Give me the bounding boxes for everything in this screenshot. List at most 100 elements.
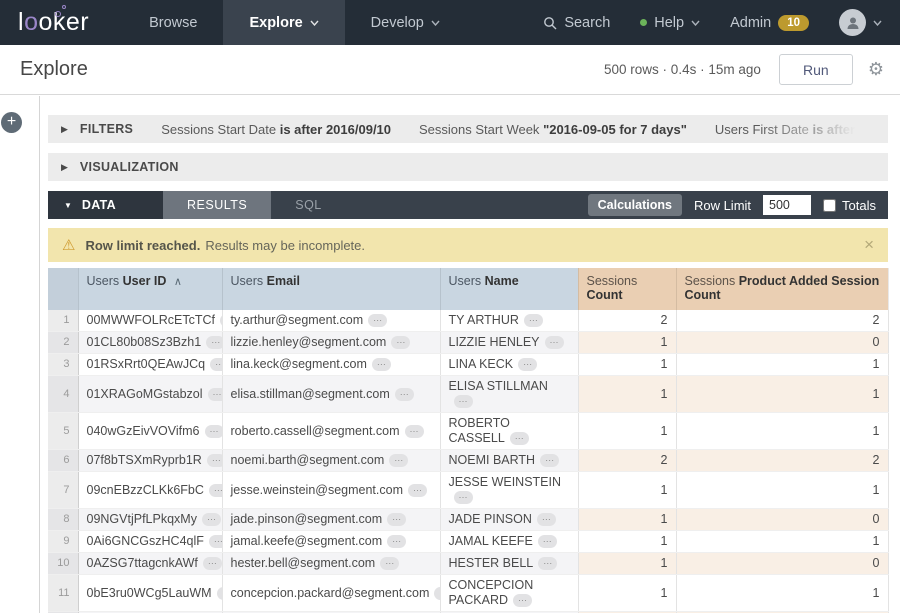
cell-menu-icon[interactable]: ⋯	[434, 587, 440, 600]
cell-product-added-count[interactable]: 0	[676, 332, 888, 354]
table-row[interactable]: 1 00MWWFOLRcETcTCf⋯ ty.arthur@segment.co…	[48, 310, 888, 332]
cell-sessions-count[interactable]: 1	[578, 376, 676, 413]
cell-email[interactable]: roberto.cassell@segment.com⋯	[222, 413, 440, 450]
cell-menu-icon[interactable]: ⋯	[210, 358, 222, 371]
cell-menu-icon[interactable]: ⋯	[202, 513, 221, 526]
cell-menu-icon[interactable]: ⋯	[540, 454, 559, 467]
cell-email[interactable]: jesse.weinstein@segment.com⋯	[222, 472, 440, 509]
cell-menu-icon[interactable]: ⋯	[368, 314, 387, 327]
cell-name[interactable]: JADE PINSON⋯	[440, 509, 578, 531]
cell-menu-icon[interactable]: ⋯	[408, 484, 427, 497]
cell-product-added-count[interactable]: 1	[676, 472, 888, 509]
cell-menu-icon[interactable]: ⋯	[387, 513, 406, 526]
cell-user-id[interactable]: 07f8bTSXmRyprb1R⋯	[78, 450, 222, 472]
cell-menu-icon[interactable]: ⋯	[209, 535, 222, 548]
cell-product-added-count[interactable]: 0	[676, 553, 888, 575]
cell-name[interactable]: ELISA STILLMAN⋯	[440, 376, 578, 413]
cell-name[interactable]: HESTER BELL⋯	[440, 553, 578, 575]
row-limit-input[interactable]	[763, 195, 811, 215]
cell-menu-icon[interactable]: ⋯	[524, 314, 543, 327]
cell-menu-icon[interactable]: ⋯	[391, 336, 410, 349]
cell-name[interactable]: CONCEPCION PACKARD⋯	[440, 575, 578, 612]
cell-menu-icon[interactable]: ⋯	[395, 388, 414, 401]
calculations-button[interactable]: Calculations	[588, 194, 682, 216]
filter-item[interactable]: Sessions Start Week "2016-09-05 for 7 da…	[419, 122, 687, 137]
cell-product-added-count[interactable]: 2	[676, 310, 888, 332]
cell-menu-icon[interactable]: ⋯	[217, 587, 222, 600]
table-row[interactable]: 9 0Ai6GNCGszHC4qlF⋯ jamal.keefe@segment.…	[48, 531, 888, 553]
cell-user-id[interactable]: 01RSxRrt0QEAwJCq⋯	[78, 354, 222, 376]
cell-email[interactable]: lina.keck@segment.com⋯	[222, 354, 440, 376]
cell-user-id[interactable]: 01CL80b08Sz3Bzh1⋯	[78, 332, 222, 354]
cell-product-added-count[interactable]: 1	[676, 376, 888, 413]
cell-sessions-count[interactable]: 1	[578, 354, 676, 376]
column-header-user-id[interactable]: Users User ID ∧	[78, 268, 222, 310]
cell-sessions-count[interactable]: 1	[578, 413, 676, 450]
cell-product-added-count[interactable]: 1	[676, 531, 888, 553]
cell-menu-icon[interactable]: ⋯	[513, 594, 532, 607]
looker-logo[interactable]: looker	[0, 0, 123, 45]
visualization-bar[interactable]: ▶ VISUALIZATION	[48, 153, 888, 181]
cell-email[interactable]: jamal.keefe@segment.com⋯	[222, 531, 440, 553]
cell-email[interactable]: elisa.stillman@segment.com⋯	[222, 376, 440, 413]
cell-email[interactable]: hester.bell@segment.com⋯	[222, 553, 440, 575]
column-header-sessions-count[interactable]: Sessions Count	[578, 268, 676, 310]
cell-menu-icon[interactable]: ⋯	[538, 557, 557, 570]
table-row[interactable]: 10 0AZSG7ttagcnkAWf⋯ hester.bell@segment…	[48, 553, 888, 575]
cell-menu-icon[interactable]: ⋯	[208, 388, 222, 401]
cell-menu-icon[interactable]: ⋯	[454, 491, 473, 504]
cell-name[interactable]: TY ARTHUR⋯	[440, 310, 578, 332]
cell-email[interactable]: noemi.barth@segment.com⋯	[222, 450, 440, 472]
cell-email[interactable]: jade.pinson@segment.com⋯	[222, 509, 440, 531]
cell-menu-icon[interactable]: ⋯	[206, 336, 222, 349]
cell-email[interactable]: concepcion.packard@segment.com⋯	[222, 575, 440, 612]
cell-sessions-count[interactable]: 1	[578, 531, 676, 553]
cell-name[interactable]: LINA KECK⋯	[440, 354, 578, 376]
table-row[interactable]: 5 040wGzEivVOVifm6⋯ roberto.cassell@segm…	[48, 413, 888, 450]
nav-user-menu[interactable]	[839, 9, 882, 36]
cell-menu-icon[interactable]: ⋯	[405, 425, 424, 438]
cell-sessions-count[interactable]: 1	[578, 575, 676, 612]
cell-menu-icon[interactable]: ⋯	[510, 432, 529, 445]
nav-item-browse[interactable]: Browse	[123, 0, 223, 45]
cell-menu-icon[interactable]: ⋯	[380, 557, 399, 570]
cell-menu-icon[interactable]: ⋯	[454, 395, 473, 408]
cell-user-id[interactable]: 040wGzEivVOVifm6⋯	[78, 413, 222, 450]
cell-sessions-count[interactable]: 1	[578, 472, 676, 509]
cell-email[interactable]: lizzie.henley@segment.com⋯	[222, 332, 440, 354]
cell-menu-icon[interactable]: ⋯	[372, 358, 391, 371]
data-section-toggle[interactable]: ▼ DATA	[48, 191, 163, 219]
cell-email[interactable]: ty.arthur@segment.com⋯	[222, 310, 440, 332]
cell-user-id[interactable]: 09cnEBzzCLKk6FbC⋯	[78, 472, 222, 509]
cell-sessions-count[interactable]: 1	[578, 332, 676, 354]
nav-search[interactable]: Search	[543, 15, 610, 31]
expander-right-icon[interactable]: ▶	[61, 124, 68, 135]
cell-user-id[interactable]: 0AZSG7ttagcnkAWf⋯	[78, 553, 222, 575]
cell-sessions-count[interactable]: 1	[578, 553, 676, 575]
table-row[interactable]: 11 0bE3ru0WCg5LauWM⋯ concepcion.packard@…	[48, 575, 888, 612]
cell-user-id[interactable]: 00MWWFOLRcETcTCf⋯	[78, 310, 222, 332]
cell-product-added-count[interactable]: 2	[676, 450, 888, 472]
cell-user-id[interactable]: 0bE3ru0WCg5LauWM⋯	[78, 575, 222, 612]
cell-name[interactable]: ROBERTO CASSELL⋯	[440, 413, 578, 450]
totals-checkbox[interactable]	[823, 199, 836, 212]
cell-name[interactable]: NOEMI BARTH⋯	[440, 450, 578, 472]
cell-user-id[interactable]: 09NGVtjPfLPkqxMy⋯	[78, 509, 222, 531]
nav-help[interactable]: Help	[640, 15, 700, 31]
cell-menu-icon[interactable]: ⋯	[209, 484, 222, 497]
gear-icon[interactable]: ⚙	[868, 59, 884, 80]
table-row[interactable]: 7 09cnEBzzCLKk6FbC⋯ jesse.weinstein@segm…	[48, 472, 888, 509]
cell-menu-icon[interactable]: ⋯	[518, 358, 537, 371]
cell-user-id[interactable]: 0Ai6GNCGszHC4qlF⋯	[78, 531, 222, 553]
cell-menu-icon[interactable]: ⋯	[389, 454, 408, 467]
cell-menu-icon[interactable]: ⋯	[203, 557, 222, 570]
cell-product-added-count[interactable]: 1	[676, 575, 888, 612]
cell-menu-icon[interactable]: ⋯	[545, 336, 564, 349]
table-row[interactable]: 3 01RSxRrt0QEAwJCq⋯ lina.keck@segment.co…	[48, 354, 888, 376]
cell-menu-icon[interactable]: ⋯	[538, 535, 557, 548]
cell-sessions-count[interactable]: 2	[578, 450, 676, 472]
column-header-product-added[interactable]: Sessions Product Added Session Count	[676, 268, 888, 310]
nav-admin[interactable]: Admin 10	[730, 15, 809, 31]
cell-menu-icon[interactable]: ⋯	[207, 454, 222, 467]
filter-item[interactable]: Sessions Start Date is after 2016/09/10	[161, 122, 391, 137]
